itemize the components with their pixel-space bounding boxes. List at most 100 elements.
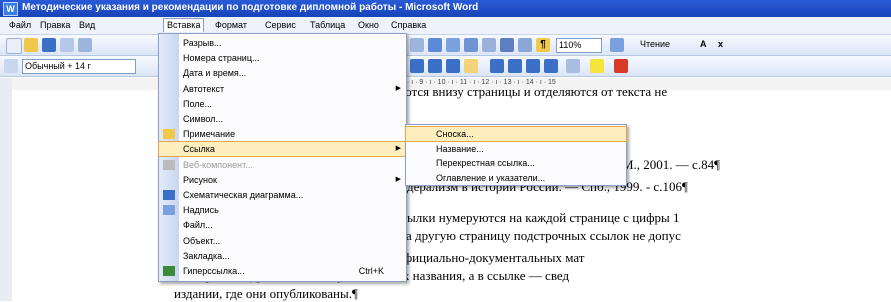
show-formatting-icon[interactable]: ¶	[536, 38, 550, 52]
font-color-icon[interactable]	[614, 59, 628, 73]
menu-item-label: Разрыв...	[183, 38, 222, 48]
menu-item-label: Ссылка	[183, 144, 215, 155]
insert-menu-item[interactable]: Файл...	[159, 218, 406, 232]
insert-menu-item[interactable]: Номера страниц...	[159, 51, 406, 65]
textbox-icon	[163, 205, 175, 216]
word-app-icon: W	[3, 2, 18, 16]
numbering-icon[interactable]	[490, 59, 504, 73]
reference-submenu-item[interactable]: Сноска...	[405, 126, 627, 142]
help-icon[interactable]	[610, 38, 624, 52]
align-right-icon[interactable]	[446, 59, 460, 73]
menu-item-label: Автотекст	[183, 83, 225, 94]
title-bar: W Методические указания и рекомендации п…	[0, 0, 891, 17]
styles-pane-icon[interactable]	[4, 59, 18, 73]
style-combo[interactable]: Обычный + 14 г	[22, 59, 136, 74]
insert-menu-item[interactable]: Веб-компонент...	[159, 158, 406, 172]
font-size-x-icon[interactable]: x	[718, 39, 723, 49]
justify-icon[interactable]	[464, 59, 478, 73]
save-icon[interactable]	[42, 38, 56, 52]
insert-menu-item[interactable]: Поле...	[159, 97, 406, 111]
insert-menu-item[interactable]: Автотекст ▶	[159, 82, 406, 96]
insert-table-icon[interactable]	[446, 38, 460, 52]
insert-menu-item[interactable]: Схематическая диаграмма...	[159, 188, 406, 202]
bullets-icon[interactable]	[508, 59, 522, 73]
menu-view[interactable]: Вид	[76, 19, 98, 32]
submenu-item-label: Оглавление и указатели...	[436, 172, 546, 183]
menu-format[interactable]: Формат	[212, 19, 250, 32]
styles-formatting-icon[interactable]: A	[700, 39, 707, 49]
document-map-icon[interactable]	[518, 38, 532, 52]
window-title: Методические указания и рекомендации по …	[22, 2, 479, 13]
menu-table[interactable]: Таблица	[307, 19, 348, 32]
read-mode-label: Чтение	[640, 39, 671, 49]
permission-icon[interactable]	[60, 38, 74, 52]
doc-line-4: ылки нумеруются на каждой странице с циф…	[407, 210, 680, 225]
align-left-icon[interactable]	[410, 59, 424, 73]
menu-window[interactable]: Окно	[355, 19, 382, 32]
menu-edit[interactable]: Правка	[37, 19, 73, 32]
submenu-item-label: Сноска...	[436, 129, 474, 139]
submenu-item-label: Перекрестная ссылка...	[436, 158, 535, 168]
insert-menu-item[interactable]: Рисунок ▶	[159, 173, 406, 187]
reference-submenu-item[interactable]: Оглавление и указатели...	[406, 171, 626, 185]
insert-menu: Разрыв... Номера страниц... Дата и время..…	[158, 33, 407, 282]
menu-insert[interactable]: Вставка	[163, 18, 205, 32]
new-document-icon[interactable]	[6, 38, 22, 54]
submenu-arrow-icon: ▶	[395, 175, 401, 183]
menu-item-label: Дата и время...	[183, 68, 247, 79]
menu-item-label: Примечание	[183, 129, 236, 140]
border-icon[interactable]	[566, 59, 580, 73]
insert-menu-item[interactable]: Дата и время...	[159, 66, 406, 80]
zoom-combo[interactable]: 110%	[556, 38, 602, 53]
insert-menu-item[interactable]: Закладка...	[159, 249, 406, 263]
formatting-toolbar: Обычный + 14 г	[0, 56, 891, 77]
style-combo-value: Обычный + 14 г	[25, 61, 91, 71]
decrease-indent-icon[interactable]	[526, 59, 540, 73]
highlight-icon[interactable]	[590, 59, 604, 73]
reference-submenu-item[interactable]: Название...	[406, 142, 626, 156]
align-center-icon[interactable]	[428, 59, 442, 73]
doc-line-8: издании, где они опубликованы.¶	[174, 286, 358, 301]
menu-item-label: Веб-компонент...	[183, 159, 253, 170]
insert-menu-item[interactable]: Надпись	[159, 203, 406, 217]
menu-item-label: Поле...	[183, 98, 213, 109]
insert-menu-item[interactable]: Разрыв...	[159, 36, 406, 50]
insert-menu-item[interactable]: Примечание	[159, 127, 406, 141]
insert-menu-item[interactable]: Ссылка ▶	[158, 141, 407, 158]
insert-menu-item[interactable]: Гиперссылка... Ctrl+K	[159, 264, 406, 278]
doc-line-5: а другую страницу подстрочных ссылок не …	[406, 228, 681, 243]
insert-menu-item[interactable]: Объект...	[159, 234, 406, 248]
menu-item-label: Гиперссылка...	[183, 266, 245, 276]
doc-line-2: М., 2001. — с.84¶	[622, 157, 720, 172]
menu-item-label: Объект...	[183, 235, 221, 246]
menu-tools[interactable]: Сервис	[262, 19, 299, 32]
submenu-arrow-icon: ▶	[395, 84, 401, 92]
menu-item-label: Надпись	[183, 205, 219, 216]
open-folder-icon[interactable]	[24, 38, 38, 52]
drawing-icon[interactable]	[500, 38, 514, 52]
email-icon[interactable]	[78, 38, 92, 52]
menu-item-label: Схематическая диаграмма...	[183, 190, 304, 200]
insert-menu-item[interactable]: Символ...	[159, 112, 406, 126]
menu-item-label: Файл...	[183, 220, 213, 231]
columns-icon[interactable]	[482, 38, 496, 52]
read-mode-button[interactable]: Чтение	[640, 39, 670, 49]
hyperlink-toolbar-icon[interactable]	[410, 38, 424, 52]
submenu-arrow-icon: ▶	[395, 145, 401, 153]
tables-borders-icon[interactable]	[428, 38, 442, 52]
menu-file[interactable]: Файл	[6, 19, 34, 32]
diagram-icon	[163, 190, 175, 200]
reference-submenu: Сноска... Название... Перекрестная ссылка.…	[405, 124, 627, 186]
reference-submenu-item[interactable]: Перекрестная ссылка...	[406, 156, 626, 170]
document-area[interactable]: ются внизу страницы и отделяются от текс…	[12, 84, 891, 301]
insert-excel-icon[interactable]	[464, 38, 478, 52]
menu-item-label: Закладка...	[183, 250, 230, 261]
web-component-icon	[163, 159, 175, 170]
hyperlink-icon	[163, 266, 175, 276]
menu-help[interactable]: Справка	[388, 19, 429, 32]
menu-item-label: Символ...	[183, 114, 223, 124]
menu-item-shortcut: Ctrl+K	[358, 266, 384, 276]
increase-indent-icon[interactable]	[544, 59, 558, 73]
comment-icon	[163, 129, 175, 140]
standard-toolbar: ¶ 110% Чтение A x	[0, 35, 891, 56]
